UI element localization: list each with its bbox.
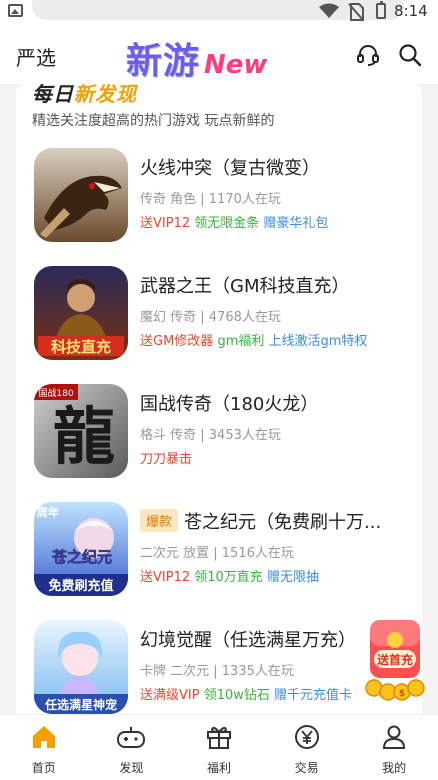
game-name: 国战传奇（180火龙） [140, 394, 319, 415]
no-sim-icon [348, 3, 364, 21]
game-meta: 格斗 传奇 | 3453人在玩 [140, 428, 281, 443]
game-item[interactable]: 龍 国战180 国战传奇（180火龙） 格斗 传奇 | 3453人在玩 刀刀暴击 [16, 384, 422, 484]
tab-label: 交易 [294, 761, 319, 775]
game-icon: 苍之纪元 免费刷充值 周年 [34, 502, 128, 596]
svg-text:$: $ [399, 689, 405, 699]
game-meta: 卡牌 二次元 | 1335人在玩 [140, 664, 294, 679]
tab-label: 首页 [31, 761, 56, 775]
tab-home[interactable]: 首页 [0, 715, 88, 780]
hot-tag: 爆款 [140, 509, 179, 532]
game-icon: 科技直充 [34, 266, 128, 360]
benefit-tag: 赠无限抽 [266, 570, 319, 585]
tab-label: 我的 [382, 761, 407, 775]
game-item[interactable]: 任选满星神宠 幻境觉醒（任选满星万充） 卡牌 二次元 | 1335人在玩 送满级… [16, 620, 422, 714]
yanxuan-tab[interactable]: 严选 [16, 42, 56, 71]
logo-new-text: New [204, 50, 268, 80]
game-benefits: 刀刀暴击 [140, 448, 192, 467]
first-recharge-label: 送首充 [376, 652, 413, 667]
status-time: 8:14 [394, 2, 428, 20]
game-benefits: 送VIP12 领无限金条 赠豪华礼包 [140, 212, 328, 231]
customer-service-icon[interactable] [356, 43, 380, 67]
benefit-tag: 赠千元充值卡 [274, 688, 353, 703]
game-meta: 二次元 放置 | 1516人在玩 [140, 546, 294, 561]
game-benefits: 送满级VIP 领10w钻石 赠千元充值卡 [140, 684, 352, 703]
tab-label: 福利 [206, 761, 231, 775]
benefit-tag: 送满级VIP [140, 688, 200, 703]
home-icon [32, 726, 55, 748]
game-icon-corner: 国战180 [38, 388, 73, 399]
benefit-tag: 领10万直充 [194, 570, 263, 585]
search-icon[interactable] [398, 43, 422, 67]
game-icon: 龍 国战180 [34, 384, 128, 478]
game-icon: 任选满星神宠 [34, 620, 128, 714]
game-icon-caption: 任选满星神宠 [44, 697, 117, 712]
game-name: 火线冲突（复古微变） [140, 158, 320, 179]
game-meta: 传奇 角色 | 1170人在玩 [140, 192, 281, 207]
benefit-tag: 领无限金条 [194, 216, 260, 231]
wifi-icon [319, 3, 339, 18]
game-icon-caption: 科技直充 [51, 338, 111, 356]
game-name: 幻境觉醒（任选满星万充） [140, 630, 356, 651]
section-title-part-a: 每日 [32, 84, 74, 106]
benefit-tag: gm福利 [217, 334, 265, 349]
game-item[interactable]: 火线冲突（复古微变） 传奇 角色 | 1170人在玩 送VIP12 领无限金条 … [16, 148, 422, 248]
image-notification-icon [8, 4, 23, 17]
game-icon-corner: 周年 [37, 505, 59, 519]
tab-label: 发现 [119, 761, 144, 775]
game-name-text: 苍之纪元（免费刷十万... [184, 512, 382, 533]
tab-welfare[interactable]: 福利 [175, 715, 263, 780]
tab-mine[interactable]: 我的 [350, 715, 438, 780]
game-item[interactable]: 苍之纪元 免费刷充值 周年 爆款 苍之纪元（免费刷十万... 二次元 放置 | 1… [16, 502, 422, 602]
bottom-tab-bar: 首页 发现 福利 交易 我的 [0, 714, 438, 780]
section-title: 每日新发现 [32, 84, 137, 107]
app-logo: 新游 New [126, 32, 267, 82]
game-icon-caption: 苍之纪元 [51, 548, 112, 566]
gamepad-icon [117, 727, 146, 748]
game-name: 爆款 苍之纪元（免费刷十万... [140, 508, 381, 534]
user-icon [383, 725, 406, 749]
game-benefits: 送VIP12 领10万直充 赠无限抽 [140, 566, 319, 585]
benefit-tag: 送GM修改器 [140, 334, 214, 349]
tab-trade[interactable]: 交易 [263, 715, 351, 780]
section-subtitle: 精选关注度超高的热门游戏 玩点新鲜的 [32, 113, 275, 129]
game-icon-caption: 龍 [53, 400, 115, 473]
status-bar: 8:14 [0, 0, 438, 24]
app-header: 严选 新游 New [0, 24, 438, 84]
benefit-tag: 上线激活gm特权 [268, 334, 368, 349]
benefit-tag: 送VIP12 [140, 216, 191, 231]
benefit-tag: 领10w钻石 [203, 688, 270, 703]
yen-icon [294, 725, 319, 749]
gift-icon [206, 726, 231, 749]
daily-discovery-card: 每日新发现 精选关注度超高的热门游戏 玩点新鲜的 火线冲突（复古微变） 传奇 角… [16, 84, 422, 714]
tab-discover[interactable]: 发现 [88, 715, 176, 780]
section-title-part-b: 新发现 [74, 84, 137, 106]
benefit-tag: 赠豪华礼包 [263, 216, 329, 231]
game-meta: 魔幻 传奇 | 4768人在玩 [140, 310, 281, 325]
game-icon-subcaption: 免费刷充值 [48, 578, 113, 594]
game-name: 武器之王（GM科技直充） [140, 276, 350, 297]
logo-text: 新游 [126, 41, 201, 82]
game-item[interactable]: 科技直充 武器之王（GM科技直充） 魔幻 传奇 | 4768人在玩 送GM修改器… [16, 266, 422, 366]
benefit-tag: 刀刀暴击 [140, 452, 193, 467]
first-recharge-float-button[interactable]: 送首充 $ [364, 620, 426, 704]
game-icon [34, 148, 128, 242]
battery-icon [376, 1, 386, 19]
benefit-tag: 送VIP12 [140, 570, 191, 585]
game-benefits: 送GM修改器 gm福利 上线激活gm特权 [140, 330, 367, 349]
